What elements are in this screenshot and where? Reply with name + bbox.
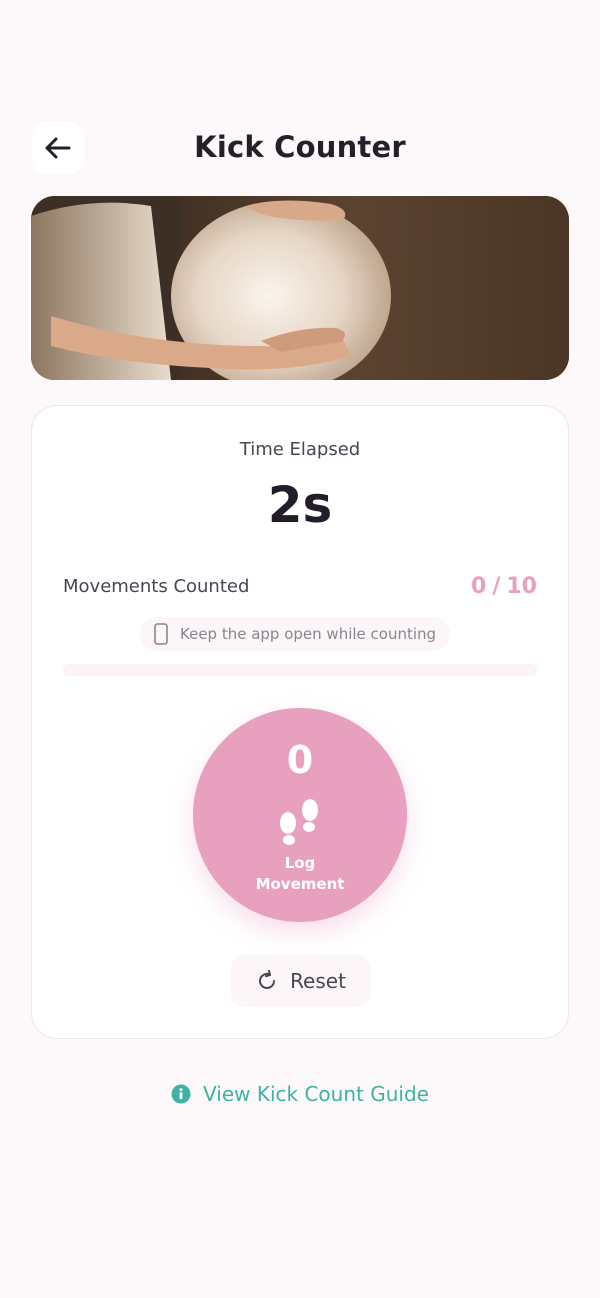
log-movement-label-line1: Log bbox=[284, 854, 316, 872]
hint-text: Keep the app open while counting bbox=[180, 625, 437, 643]
refresh-icon bbox=[259, 970, 276, 989]
log-movement-label: Log Movement bbox=[193, 853, 407, 895]
movements-goal: 10 bbox=[506, 574, 537, 599]
page-title: Kick Counter bbox=[194, 130, 406, 164]
keep-app-open-hint: Keep the app open while counting bbox=[140, 617, 451, 651]
footprints-icon bbox=[280, 799, 318, 845]
log-movement-button[interactable]: 0 Log Movement bbox=[193, 708, 407, 922]
log-movement-count: 0 bbox=[286, 738, 314, 782]
reset-label: Reset bbox=[290, 969, 346, 993]
kick-counter-card: Time Elapsed 2s Movements Counted 0/10 K… bbox=[31, 405, 569, 1039]
time-elapsed-label: Time Elapsed bbox=[239, 439, 361, 460]
header: Kick Counter bbox=[0, 122, 600, 178]
reset-button[interactable]: Reset bbox=[231, 955, 371, 1007]
time-elapsed-value: 2s bbox=[267, 476, 333, 534]
movement-progress-bar bbox=[63, 664, 537, 676]
movements-counted-label: Movements Counted bbox=[63, 576, 250, 597]
log-movement-label-line2: Movement bbox=[255, 875, 345, 893]
hero-image bbox=[31, 196, 569, 380]
movements-count: 0/10 bbox=[471, 574, 537, 599]
phone-icon bbox=[154, 623, 168, 645]
view-guide-label: View Kick Count Guide bbox=[203, 1082, 429, 1106]
view-guide-link[interactable]: View Kick Count Guide bbox=[0, 1082, 600, 1106]
pregnant-belly-photo bbox=[31, 196, 569, 380]
info-icon bbox=[171, 1084, 191, 1104]
movements-separator: / bbox=[492, 574, 501, 599]
movements-current: 0 bbox=[471, 574, 487, 599]
